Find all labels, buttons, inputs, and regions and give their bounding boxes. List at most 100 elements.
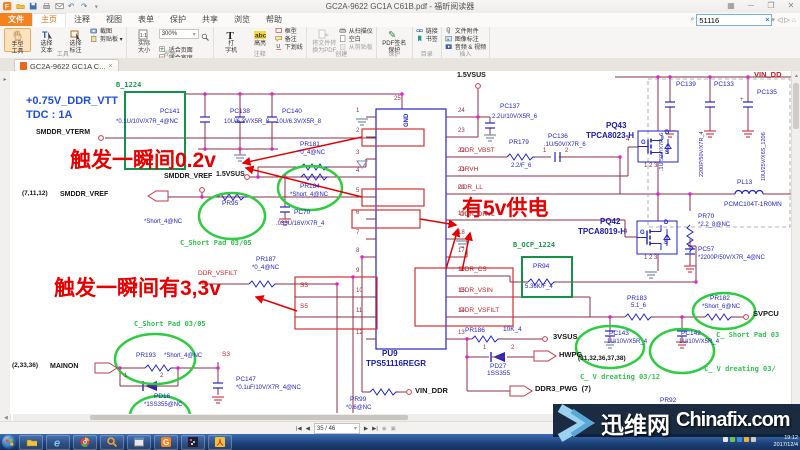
panel-expand-icon[interactable]: ▸ bbox=[0, 76, 10, 83]
ribbon-tab-共享[interactable]: 共享 bbox=[194, 13, 226, 26]
find-options-icon[interactable]: ▾ bbox=[771, 16, 775, 24]
schematic-text: + bbox=[740, 97, 744, 103]
save-icon[interactable] bbox=[29, 2, 39, 11]
start-button[interactable] bbox=[2, 435, 16, 449]
print-icon[interactable] bbox=[42, 2, 52, 11]
restore-button[interactable]: ❐ bbox=[764, 1, 778, 10]
system-tray bbox=[723, 437, 756, 442]
schematic-text: S5 bbox=[300, 303, 308, 310]
scroll-up-icon[interactable]: ▲ bbox=[794, 73, 799, 79]
last-page-icon[interactable]: ▶| bbox=[372, 426, 378, 432]
tray-icon[interactable] bbox=[751, 437, 756, 442]
schematic-text: PQ42 bbox=[600, 217, 621, 226]
first-page-icon[interactable]: |◀ bbox=[296, 426, 302, 432]
ribbon-tab-浏览[interactable]: 浏览 bbox=[226, 13, 258, 26]
button-剪贴板▾[interactable]: 剪贴板 ▾ bbox=[90, 35, 123, 44]
find-prev-icon[interactable]: ◁ bbox=[777, 16, 782, 24]
schematic-text: B_1224 bbox=[116, 81, 142, 89]
clear-search-icon[interactable]: × bbox=[765, 17, 769, 24]
ribbon-group-插入: 文件附件 图像标注 音频 & 视频 插入 bbox=[442, 27, 491, 58]
schematic-text: TPCA8019-H bbox=[578, 227, 627, 236]
taskbar-app-cnapp[interactable]: 人 bbox=[208, 434, 232, 450]
ribbon-tab-主页[interactable]: 主页 bbox=[32, 13, 66, 27]
schematic-text: 2 bbox=[565, 148, 569, 154]
next-view-icon[interactable]: ▣ bbox=[391, 426, 396, 432]
taskbar-app-foxitapp[interactable]: G bbox=[154, 434, 178, 450]
seltext-icon: T bbox=[33, 29, 60, 41]
taskbar-app-ie[interactable]: e bbox=[46, 434, 70, 450]
document-tab-label: GC2A-9622 GC1A C... bbox=[30, 61, 106, 71]
prev-view-icon[interactable]: ◉ bbox=[382, 426, 387, 432]
schematic-text: PC143 bbox=[609, 330, 629, 337]
annotation-text: 触发一瞬间0.2v bbox=[70, 149, 216, 172]
schematic-page: 1VTTGND2VTTSNS3GND4MODE5VTTREF6COMP7NC8V… bbox=[10, 71, 792, 414]
horizontal-scroll-thumb[interactable] bbox=[90, 415, 408, 420]
search-input[interactable] bbox=[696, 14, 773, 26]
foxit-logo-icon[interactable]: F bbox=[3, 2, 13, 11]
horizontal-scrollbar[interactable]: ◀ bbox=[4, 414, 562, 421]
open-icon[interactable] bbox=[16, 2, 26, 11]
vertical-scrollbar[interactable]: ▲ bbox=[791, 71, 800, 414]
schematic-text: (31,32,36,37,38) bbox=[578, 355, 626, 362]
schematic-text: PR94 bbox=[533, 263, 550, 270]
tray-icon[interactable] bbox=[723, 437, 728, 442]
button-书签[interactable]: 书签 bbox=[416, 35, 438, 44]
undo-icon[interactable]: ↶ bbox=[68, 2, 78, 11]
title-bar: F ↶ ↷ ▾ GC2A-9622 GC1A C61B.pdf - 福昕阅读器 ▦ ─… bbox=[0, 0, 800, 14]
caret-icon[interactable]: ▾ bbox=[94, 2, 104, 11]
find-next-icon[interactable]: ▷ bbox=[784, 16, 789, 24]
schematic-text: PC139 bbox=[676, 81, 696, 88]
taskbar-app-explorer[interactable] bbox=[19, 434, 43, 450]
schematic-text: VIN_DDR bbox=[415, 386, 448, 395]
taskbar-app-darkapp[interactable] bbox=[181, 434, 205, 450]
vertical-scroll-thumb[interactable] bbox=[793, 83, 799, 129]
schematic-text: PR179 bbox=[509, 139, 529, 146]
taskbar-app-viewer[interactable] bbox=[127, 434, 151, 450]
redo-icon[interactable]: ↷ bbox=[81, 2, 91, 11]
selanno-icon bbox=[62, 29, 89, 41]
schematic-text: *0_4@NC bbox=[298, 150, 326, 156]
taskbar-app-chrome[interactable] bbox=[73, 434, 97, 450]
ribbon-tab-文件[interactable]: 文件 bbox=[0, 13, 32, 26]
schematic-text: PC141 bbox=[160, 108, 180, 115]
schematic-text: SMDDR_VREF bbox=[164, 173, 213, 180]
schematic-text: HWPG bbox=[559, 350, 583, 359]
zoom-level-select[interactable]: 300% ▾ bbox=[158, 29, 199, 39]
schematic-text: 2.2/F_6 bbox=[511, 163, 532, 169]
schematic-text: 4 bbox=[624, 229, 628, 235]
ribbon-group-视图: 1:1实际大小300%▾适合页面适合宽度适合视区向左旋转向右旋转视图 bbox=[127, 27, 214, 86]
tray-icon[interactable] bbox=[730, 437, 735, 442]
schematic-text: PC137 bbox=[500, 103, 520, 110]
ribbon-group-目录: 链接 书签 目录 bbox=[413, 27, 442, 58]
find-icon: ⌕ bbox=[690, 16, 695, 23]
next-page-icon[interactable]: ▶ bbox=[364, 426, 368, 432]
close-tab-icon[interactable]: × bbox=[108, 63, 112, 70]
page-number-box[interactable]: 35 / 46 ▾ bbox=[313, 423, 360, 434]
email-icon[interactable] bbox=[55, 2, 65, 11]
schematic-text: SMDDR_VREF bbox=[60, 191, 109, 198]
ribbon-tab-注释[interactable]: 注释 bbox=[66, 13, 98, 26]
minimize-button[interactable]: ─ bbox=[744, 1, 758, 10]
repair-note-text: C_ Short Pad 03 bbox=[716, 331, 780, 339]
ribbon-group-保护: ✎ PDF签名 保护 保护 bbox=[377, 27, 413, 58]
taskbar-app-osearch[interactable] bbox=[100, 434, 124, 450]
marquee-zoom-icon[interactable] bbox=[201, 29, 210, 47]
schematic-text: DDR_CS bbox=[460, 266, 487, 273]
repair-note-text: C_ V dreating 03/ bbox=[704, 365, 776, 373]
svg-text:G: G bbox=[163, 438, 169, 447]
tray-icon[interactable] bbox=[744, 437, 749, 442]
prev-page-icon[interactable]: ◀ bbox=[306, 426, 310, 432]
schematic-text: SMDDR_VTERM bbox=[36, 129, 91, 136]
tray-icon[interactable] bbox=[737, 437, 742, 442]
schematic-text: PC70 bbox=[294, 209, 311, 216]
svg-text:✎: ✎ bbox=[388, 30, 396, 41]
read-mode-icon[interactable]: ⌂ bbox=[792, 17, 796, 24]
layout-icon[interactable]: ▦ bbox=[724, 1, 738, 10]
ribbon-tab-帮助[interactable]: 帮助 bbox=[258, 13, 290, 26]
close-button[interactable]: ✕ bbox=[784, 1, 798, 10]
ribbon-tab-保护[interactable]: 保护 bbox=[162, 13, 194, 26]
hand-icon bbox=[5, 30, 30, 42]
ribbon-tab-表单[interactable]: 表单 bbox=[130, 13, 162, 26]
ribbon-tab-视图[interactable]: 视图 bbox=[98, 13, 130, 26]
repair-note-text: C_ V dreating 03/12 bbox=[580, 373, 661, 381]
